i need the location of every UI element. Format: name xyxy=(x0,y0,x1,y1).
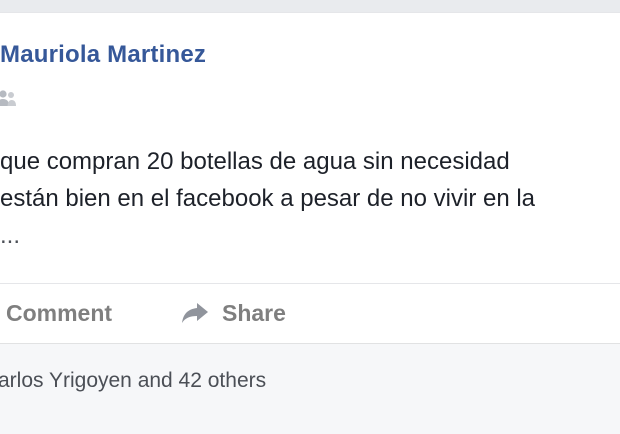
post-text-line-1: que compran 20 botellas de agua sin nece… xyxy=(0,148,510,175)
post-author-name[interactable]: Mauriola Martinez xyxy=(0,41,206,69)
post-actions: Comment Share xyxy=(0,283,620,343)
post-text-line-2: están bien en el facebook a pesar de no … xyxy=(0,185,536,212)
post-body: que compran 20 botellas de agua sin nece… xyxy=(0,143,620,254)
post-card: Mauriola Martinez que compran 20 botella… xyxy=(0,12,620,434)
see-more-ellipsis[interactable]: ... xyxy=(0,217,620,254)
share-label: Share xyxy=(222,299,286,326)
comment-label: Comment xyxy=(6,299,113,326)
friends-icon[interactable] xyxy=(0,89,18,109)
reactions-summary[interactable]: arlos Yrigoyen and 42 others xyxy=(0,369,266,393)
share-button[interactable]: Share xyxy=(180,283,286,343)
comment-button[interactable]: Comment xyxy=(6,283,112,343)
reactions-bar: arlos Yrigoyen and 42 others xyxy=(0,343,620,434)
share-arrow-icon xyxy=(182,303,208,323)
